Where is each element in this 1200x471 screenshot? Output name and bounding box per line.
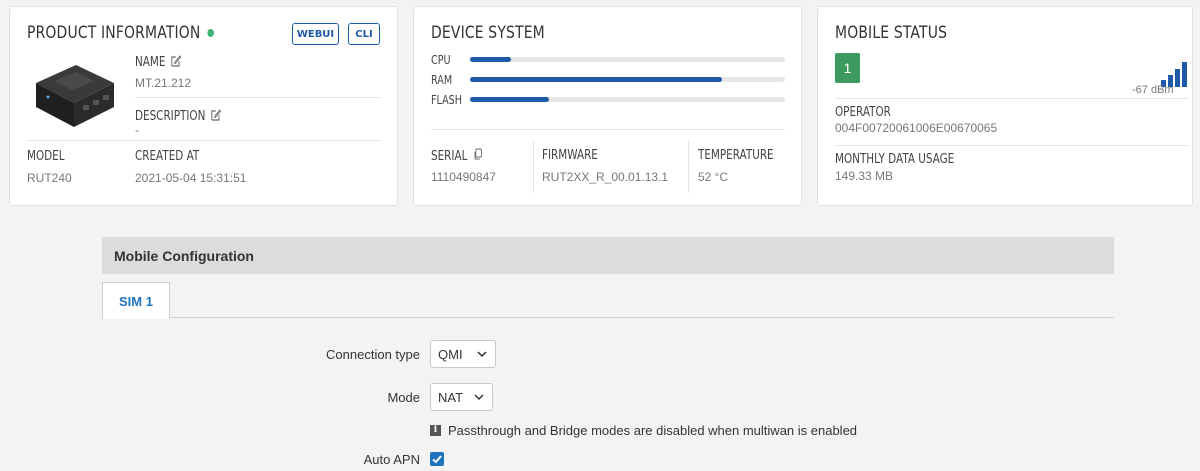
chevron-down-icon (474, 394, 484, 401)
divider (688, 141, 689, 193)
info-icon: i (430, 425, 441, 436)
cpu-label: CPU (431, 53, 451, 67)
tab-sim-1[interactable]: SIM 1 (102, 282, 170, 319)
ram-usage-bar (470, 77, 785, 82)
divider (135, 97, 381, 98)
model-value: RUT240 (27, 171, 72, 185)
temperature-value: 52 °C (698, 170, 729, 184)
serial-label: SERIAL (431, 148, 483, 164)
webui-button[interactable]: WEBUI (292, 23, 339, 45)
cpu-usage-fill (470, 57, 511, 62)
copy-icon[interactable] (473, 148, 483, 161)
flash-usage-fill (470, 97, 549, 102)
connection-type-value: QMI (438, 346, 463, 362)
firmware-value: RUT2XX_R_00.01.13.1 (542, 170, 669, 184)
auto-apn-label: Auto APN (363, 452, 420, 467)
signal-value: -67 dBm (1132, 84, 1174, 96)
ram-label: RAM (431, 73, 453, 87)
name-label-text: NAME (135, 55, 166, 70)
divider (533, 141, 534, 193)
auto-apn-checkbox[interactable] (430, 452, 444, 466)
name-value: MT.21.212 (135, 76, 192, 90)
connection-type-label: Connection type (326, 347, 420, 362)
status-dot (207, 29, 214, 37)
mode-select[interactable]: NAT (430, 383, 493, 411)
router-image (28, 55, 118, 133)
mode-value: NAT (438, 389, 464, 405)
description-value: - (135, 123, 139, 137)
operator-value: 004F00720061006E00670065 (835, 121, 998, 135)
mobile-status-card: MOBILE STATUS 1 -67 dBm OPERATOR 004F007… (817, 6, 1193, 206)
router-icon (36, 65, 114, 127)
description-label-text: DESCRIPTION (135, 109, 206, 124)
model-label: MODEL (27, 149, 65, 164)
mobile-status-title: MOBILE STATUS (835, 23, 948, 43)
connection-type-select[interactable]: QMI (430, 340, 496, 368)
product-title-text: PRODUCT INFORMATION (27, 23, 201, 43)
edit-name-icon[interactable] (171, 54, 182, 67)
flash-label: FLASH (431, 93, 462, 107)
mode-hint: i Passthrough and Bridge modes are disab… (430, 423, 857, 438)
product-information-title: PRODUCT INFORMATION (27, 23, 214, 43)
divider (431, 129, 785, 130)
device-system-title: DEVICE SYSTEM (431, 23, 545, 43)
created-at-value: 2021-05-04 15:31:51 (135, 171, 247, 185)
operator-label: OPERATOR (835, 105, 891, 120)
mobile-configuration-header: Mobile Configuration (102, 237, 1114, 274)
serial-value: 1110490847 (431, 170, 496, 184)
checkmark-icon (432, 455, 442, 464)
divider (835, 98, 1189, 99)
divider (835, 145, 1189, 146)
serial-label-text: SERIAL (431, 149, 468, 164)
monthly-usage-label: MONTHLY DATA USAGE (835, 152, 955, 167)
description-label: DESCRIPTION (135, 108, 222, 124)
name-label: NAME (135, 54, 182, 70)
edit-description-icon[interactable] (211, 108, 222, 121)
divider (27, 140, 381, 141)
created-at-label: CREATED AT (135, 149, 200, 164)
firmware-label: FIRMWARE (542, 148, 598, 163)
flash-usage-bar (470, 97, 785, 102)
device-system-card: DEVICE SYSTEM CPU RAM FLASH SERIAL 11104… (413, 6, 802, 206)
mode-label: Mode (387, 390, 420, 405)
mode-hint-text: Passthrough and Bridge modes are disable… (448, 423, 858, 438)
product-information-card: PRODUCT INFORMATION WEBUI CLI NAME MT.21… (9, 6, 398, 206)
ram-usage-fill (470, 77, 722, 82)
chevron-down-icon (477, 351, 487, 358)
monthly-usage-value: 149.33 MB (835, 169, 894, 183)
temperature-label: TEMPERATURE (698, 148, 774, 163)
sim-slot-badge: 1 (835, 53, 860, 83)
cpu-usage-bar (470, 57, 785, 62)
cli-button[interactable]: CLI (348, 23, 380, 45)
tab-bar-divider (102, 317, 1114, 318)
